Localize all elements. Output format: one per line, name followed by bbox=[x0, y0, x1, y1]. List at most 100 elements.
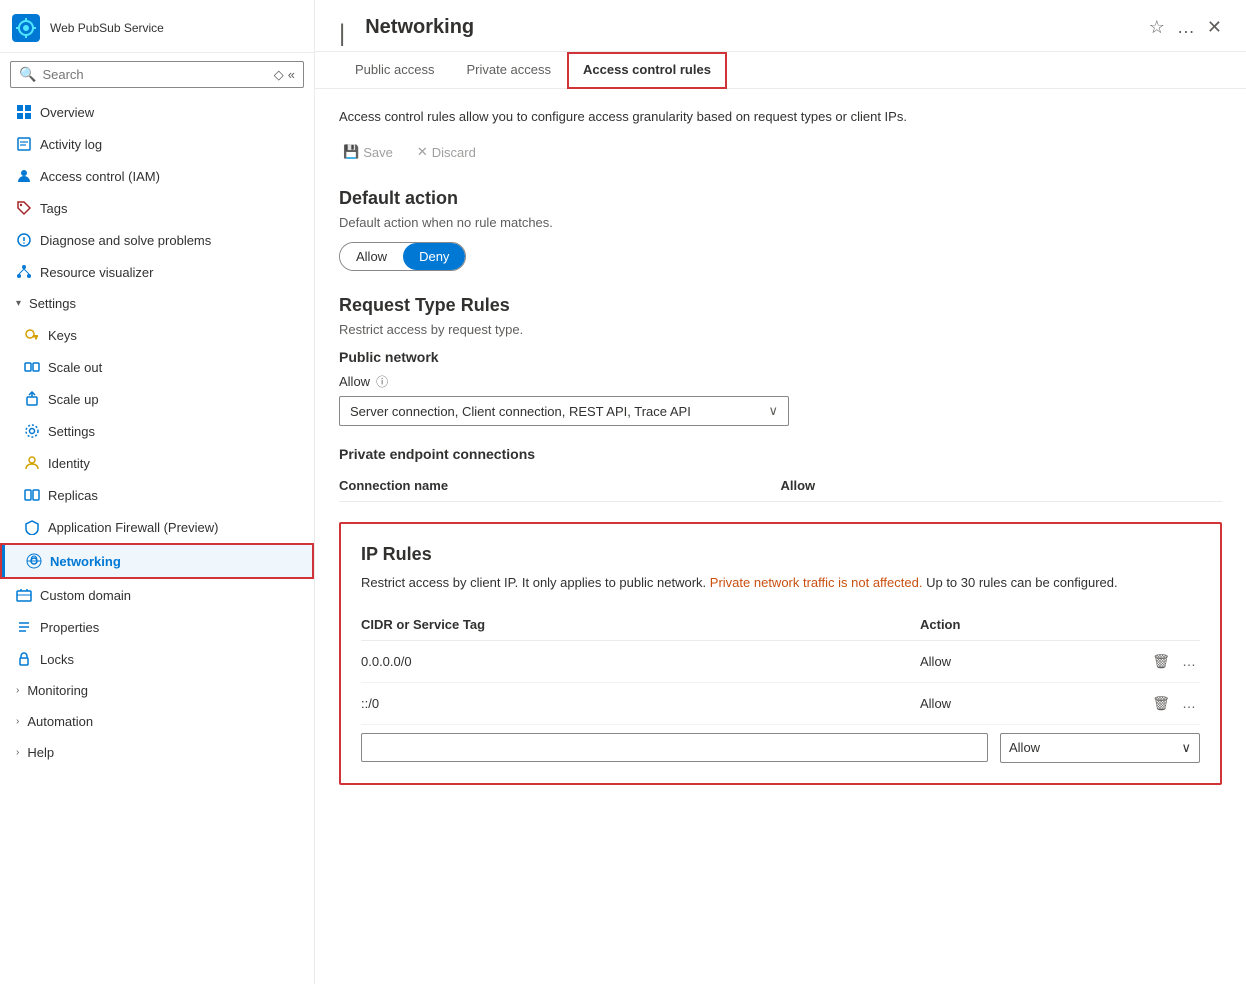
sidebar-item-label: Identity bbox=[48, 456, 298, 471]
settings-section-header[interactable]: ▾ Settings bbox=[0, 288, 314, 319]
close-icon[interactable]: ✕ bbox=[1207, 17, 1222, 38]
networking-icon bbox=[26, 553, 42, 569]
tab-access-control-rules[interactable]: Access control rules bbox=[567, 52, 727, 89]
sidebar-item-access-control[interactable]: Access control (IAM) bbox=[0, 160, 314, 192]
ip-cidr-value: 0.0.0.0/0 bbox=[361, 654, 920, 669]
ip-action-value: Allow bbox=[920, 654, 1120, 669]
delete-row-button[interactable]: 🗑 bbox=[1148, 693, 1174, 714]
monitoring-section-header[interactable]: › Monitoring bbox=[0, 675, 314, 706]
access-control-icon bbox=[16, 168, 32, 184]
header-actions: ☆ … ✕ bbox=[1149, 17, 1222, 50]
sidebar-item-label: Custom domain bbox=[40, 588, 298, 603]
sidebar-item-identity[interactable]: Identity bbox=[0, 447, 314, 479]
sidebar-item-label: Scale up bbox=[48, 392, 298, 407]
tab-public-access[interactable]: Public access bbox=[339, 52, 450, 89]
main-content: | Networking ☆ … ✕ Public access Private… bbox=[315, 0, 1246, 984]
ip-add-action-select[interactable]: Allow ∨ bbox=[1000, 733, 1200, 763]
favorite-icon[interactable]: ☆ bbox=[1149, 17, 1165, 38]
sidebar-item-overview[interactable]: Overview bbox=[0, 96, 314, 128]
sidebar-item-properties[interactable]: Properties bbox=[0, 611, 314, 643]
ip-table-header: CIDR or Service Tag Action bbox=[361, 609, 1200, 641]
main-header: | Networking ☆ … ✕ bbox=[315, 0, 1246, 52]
automation-section-header[interactable]: › Automation bbox=[0, 706, 314, 737]
sidebar-item-diagnose[interactable]: Diagnose and solve problems bbox=[0, 224, 314, 256]
sidebar-item-activity-log[interactable]: Activity log bbox=[0, 128, 314, 160]
sidebar-item-label: Resource visualizer bbox=[40, 265, 298, 280]
keys-icon bbox=[24, 327, 40, 343]
dropdown-chevron-icon: ∨ bbox=[768, 403, 778, 419]
sidebar-item-label: Overview bbox=[40, 105, 298, 120]
monitoring-chevron-icon: › bbox=[16, 685, 19, 696]
more-row-button[interactable]: … bbox=[1178, 693, 1200, 713]
allow-toggle-btn[interactable]: Allow bbox=[340, 243, 403, 270]
save-icon: 💾 bbox=[343, 144, 359, 160]
sidebar-item-scale-out[interactable]: Scale out bbox=[0, 351, 314, 383]
delete-row-button[interactable]: 🗑 bbox=[1148, 651, 1174, 672]
service-name: Web PubSub Service bbox=[50, 21, 164, 35]
ip-rules-description: Restrict access by client IP. It only ap… bbox=[361, 573, 1200, 593]
sidebar-header: Web PubSub Service bbox=[0, 0, 314, 53]
sidebar-item-app-firewall[interactable]: Application Firewall (Preview) bbox=[0, 511, 314, 543]
settings-chevron-icon: ▾ bbox=[16, 298, 21, 309]
table-row: 0.0.0.0/0 Allow 🗑 … bbox=[361, 641, 1200, 683]
sidebar-item-label: Settings bbox=[48, 424, 298, 439]
more-row-button[interactable]: … bbox=[1178, 651, 1200, 671]
col-connection-header: Connection name bbox=[339, 478, 781, 493]
sidebar-item-settings[interactable]: Settings bbox=[0, 415, 314, 447]
ip-rules-title: IP Rules bbox=[361, 544, 1200, 565]
private-endpoints-title: Private endpoint connections bbox=[339, 446, 1222, 462]
tab-description: Access control rules allow you to config… bbox=[339, 109, 1222, 124]
sidebar-item-label: Access control (IAM) bbox=[40, 169, 298, 184]
resource-visualizer-icon bbox=[16, 264, 32, 280]
default-action-desc: Default action when no rule matches. bbox=[339, 215, 1222, 230]
settings-icon bbox=[24, 423, 40, 439]
sidebar-item-label: Properties bbox=[40, 620, 298, 635]
help-chevron-icon: › bbox=[16, 747, 19, 758]
ip-action-value: Allow bbox=[920, 696, 1120, 711]
sidebar-item-locks[interactable]: Locks bbox=[0, 643, 314, 675]
default-action-toggle: Allow Deny bbox=[339, 242, 466, 271]
tab-private-access[interactable]: Private access bbox=[450, 52, 567, 89]
sidebar-item-label: Scale out bbox=[48, 360, 298, 375]
sidebar-item-label: Activity log bbox=[40, 137, 298, 152]
sidebar-item-replicas[interactable]: Replicas bbox=[0, 479, 314, 511]
ip-row-buttons: 🗑 … bbox=[1120, 693, 1200, 714]
sidebar-item-label: Tags bbox=[40, 201, 298, 216]
sidebar-item-keys[interactable]: Keys bbox=[0, 319, 314, 351]
monitoring-section-label: Monitoring bbox=[27, 683, 88, 698]
search-input[interactable] bbox=[42, 67, 273, 82]
info-icon[interactable]: ⓘ bbox=[376, 373, 388, 390]
more-options-icon[interactable]: … bbox=[1177, 17, 1195, 38]
help-section-header[interactable]: › Help bbox=[0, 737, 314, 768]
select-chevron-icon: ∨ bbox=[1181, 740, 1191, 756]
request-type-rules-title: Request Type Rules bbox=[339, 295, 1222, 316]
ip-add-row: Allow ∨ bbox=[361, 725, 1200, 763]
search-settings-icon[interactable]: ◇ bbox=[274, 67, 284, 83]
sidebar-item-custom-domain[interactable]: Custom domain bbox=[0, 579, 314, 611]
save-button[interactable]: 💾 Save bbox=[339, 140, 397, 164]
ip-add-input[interactable] bbox=[361, 733, 988, 762]
request-type-rules-desc: Restrict access by request type. bbox=[339, 322, 1222, 337]
ip-col-action-header: Action bbox=[920, 617, 1120, 632]
help-section-label: Help bbox=[27, 745, 54, 760]
private-endpoints-table-header: Connection name Allow bbox=[339, 470, 1222, 502]
search-bar[interactable]: 🔍 ◇ « bbox=[10, 61, 304, 88]
automation-section-label: Automation bbox=[27, 714, 93, 729]
sidebar-item-networking[interactable]: Networking bbox=[0, 543, 314, 579]
sidebar-item-resource-visualizer[interactable]: Resource visualizer bbox=[0, 256, 314, 288]
sidebar: Web PubSub Service 🔍 ◇ « Overview Activi… bbox=[0, 0, 315, 984]
sidebar-item-label: Locks bbox=[40, 652, 298, 667]
tags-icon bbox=[16, 200, 32, 216]
search-collapse-icon[interactable]: « bbox=[288, 67, 295, 83]
sidebar-item-scale-up[interactable]: Scale up bbox=[0, 383, 314, 415]
scale-out-icon bbox=[24, 359, 40, 375]
sidebar-item-tags[interactable]: Tags bbox=[0, 192, 314, 224]
diagnose-icon bbox=[16, 232, 32, 248]
activity-log-icon bbox=[16, 136, 32, 152]
discard-button[interactable]: ✕ Discard bbox=[413, 140, 480, 164]
deny-toggle-btn[interactable]: Deny bbox=[403, 243, 465, 270]
allow-label: Allow ⓘ bbox=[339, 373, 1222, 390]
table-row: ::/0 Allow 🗑 … bbox=[361, 683, 1200, 725]
public-network-dropdown[interactable]: Server connection, Client connection, RE… bbox=[339, 396, 789, 426]
locks-icon bbox=[16, 651, 32, 667]
